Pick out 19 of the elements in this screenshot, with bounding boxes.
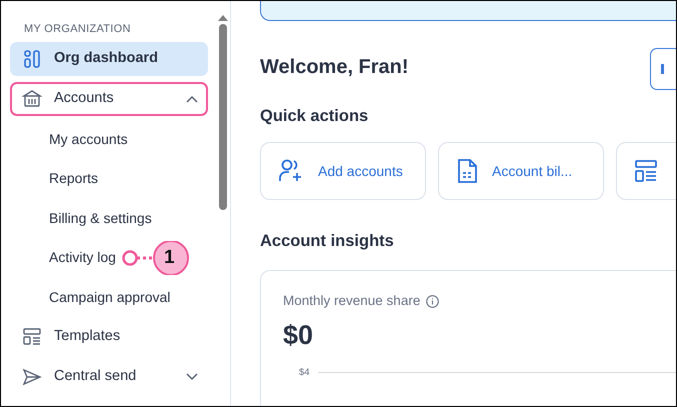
nav-item[interactable]: Accounts — [10, 82, 208, 116]
nav-link[interactable]: Activity log — [49, 247, 116, 268]
nav-item[interactable]: Central send — [10, 360, 208, 394]
quick-action-card[interactable]: Add accounts — [260, 142, 426, 200]
nav-link[interactable]: Billing & settings — [49, 208, 152, 228]
page-title: Welcome, Fran! — [260, 55, 409, 79]
section-title: Account insights — [260, 232, 395, 252]
card-title: Monthly revenue share — [283, 292, 420, 310]
nav-link[interactable]: Reports — [49, 168, 98, 189]
revenue-value: $0 — [283, 319, 314, 352]
nav-item[interactable]: Templates — [10, 320, 208, 354]
quick-action-card[interactable]: Account bil... — [438, 142, 604, 200]
section-heading: MY ORGANIZATION — [23, 22, 132, 37]
axis-tick-label: $4 — [299, 366, 310, 380]
callout-number: 1 — [164, 246, 175, 268]
section-title: Quick actions — [260, 107, 370, 127]
nav-link[interactable]: Campaign approval — [49, 286, 170, 308]
nav-item[interactable]: Org dashboard — [10, 42, 208, 76]
nav-link[interactable]: My accounts — [49, 128, 128, 150]
